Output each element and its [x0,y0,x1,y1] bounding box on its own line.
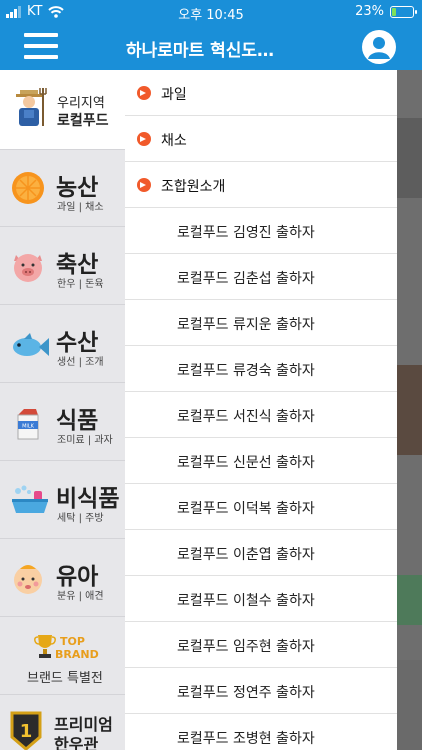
menu-section-label: 과일 [161,87,187,103]
producer-label: 로컬푸드 조병현 출하자 [177,731,315,747]
category-sub: 조미료 | 과자 [57,435,113,446]
category-baby[interactable]: 유아 분유 | 애견 [0,539,125,617]
producer-item[interactable]: 로컬푸드 이덕복 출하자 [125,484,397,530]
category-seafood[interactable]: 수산 생선 | 조개 [0,305,125,383]
account-icon[interactable] [362,30,396,64]
category-name: 축산 [56,252,99,278]
battery-icon [390,5,417,18]
status-bar: KT 오후 10:45 23% [0,0,422,24]
arrow-right-icon [137,86,151,100]
app-header: 하나로마트 혁신도… [0,24,422,70]
menu-section-label: 채소 [161,133,187,149]
producer-item[interactable]: 로컬푸드 김춘섭 출하자 [125,254,397,300]
producer-label: 로컬푸드 이철수 출하자 [177,593,315,609]
producer-item[interactable]: 로컬푸드 정연주 출하자 [125,668,397,714]
producer-label: 로컬푸드 류지운 출하자 [177,317,315,333]
menu-section-fruit[interactable]: 과일 [125,70,397,116]
producer-item[interactable]: 로컬푸드 조병현 출하자 [125,714,397,750]
producer-item[interactable]: 로컬푸드 이철수 출하자 [125,576,397,622]
producer-label: 로컬푸드 김영진 출하자 [177,225,315,241]
producer-item[interactable]: 로컬푸드 신문선 출하자 [125,438,397,484]
category-agriculture[interactable]: 농산 과일 | 채소 [0,150,125,227]
producer-item[interactable]: 로컬푸드 김영진 출하자 [125,208,397,254]
menu-section-vegetable[interactable]: 채소 [125,116,397,162]
producer-label: 로컬푸드 이춘엽 출하자 [177,547,315,563]
category-premium-hanwoo[interactable]: 1 프리미엄 한우관 [0,695,125,750]
category-sidebar: 우리지역 로컬푸드 농산 과일 | 채소 축산 한우 | 돈육 수산 생선 | … [0,70,125,750]
producer-item[interactable]: 로컬푸드 류지운 출하자 [125,300,397,346]
producer-label: 로컬푸드 김춘섭 출하자 [177,271,315,287]
category-sub: 생선 | 조개 [57,357,104,368]
category-sub: 한우 | 돈육 [57,279,104,290]
producer-item[interactable]: 로컬푸드 임주현 출하자 [125,622,397,668]
orange-icon [12,172,44,204]
producer-label: 로컬푸드 정연주 출하자 [177,685,315,701]
category-name: 유아 [56,564,99,590]
battery-percent: 23% [355,4,384,19]
hamburger-menu-icon[interactable] [24,33,58,59]
category-nonfood[interactable]: 비식품 세탁 | 주방 [0,461,125,539]
arrow-right-icon [137,178,151,192]
submenu-panel: 과일 채소 조합원소개 로컬푸드 김영진 출하자 로컬푸드 김춘섭 출하자 로컬… [125,70,397,750]
category-name: 식품 [56,408,99,434]
category-local-food[interactable]: 우리지역 로컬푸드 [0,70,125,150]
medal-icon: 1 [10,711,42,750]
trophy-icon [34,635,56,658]
badge-bottom: BRAND [55,648,99,661]
farmer-icon [16,88,47,126]
arrow-right-icon [137,132,151,146]
producer-item[interactable]: 로컬푸드 이춘엽 출하자 [125,530,397,576]
producer-label: 로컬푸드 신문선 출하자 [177,455,315,471]
page-title: 하나로마트 혁신도… [126,41,275,61]
producer-label: 로컬푸드 임주현 출하자 [177,639,315,655]
menu-section-label: 조합원소개 [161,179,226,195]
status-right: 23% [355,4,417,19]
category-sub: 분유 | 애견 [57,591,104,602]
svg-text:1: 1 [20,721,33,742]
category-food[interactable]: MILK 식품 조미료 | 과자 [0,383,125,461]
badge-top: TOP [60,635,85,648]
category-livestock[interactable]: 축산 한우 | 돈육 [0,227,125,305]
category-name: 비식품 [56,486,120,512]
category-sub: 과일 | 채소 [57,202,104,213]
pig-icon [14,254,42,282]
producer-label: 로컬푸드 이덕복 출하자 [177,501,315,517]
svg-text:MILK: MILK [22,424,35,430]
category-name-bottom: 로컬푸드 [57,113,109,129]
category-sub: 세탁 | 주방 [57,513,104,524]
category-top-brand[interactable]: TOP BRAND 브랜드 특별전 [0,617,125,695]
battery-level [392,7,396,16]
baby-icon [14,565,42,594]
menu-section-members[interactable]: 조합원소개 [125,162,397,208]
category-name: 수산 [56,330,99,356]
producer-label: 로컬푸드 류경숙 출하자 [177,363,315,379]
producer-item[interactable]: 로컬푸드 서진식 출하자 [125,392,397,438]
milk-carton-icon: MILK [17,409,39,440]
producer-label: 로컬푸드 서진식 출하자 [177,409,315,425]
background-page-overlay[interactable] [397,70,422,750]
category-name: 프리미엄 한우관 [54,715,113,750]
category-name: 농산 [56,175,99,201]
producer-item[interactable]: 로컬푸드 류경숙 출하자 [125,346,397,392]
fish-icon [13,333,49,356]
category-name-top: 우리지역 [57,96,105,111]
bathtub-icon [12,485,48,513]
category-name: 브랜드 특별전 [27,671,103,686]
